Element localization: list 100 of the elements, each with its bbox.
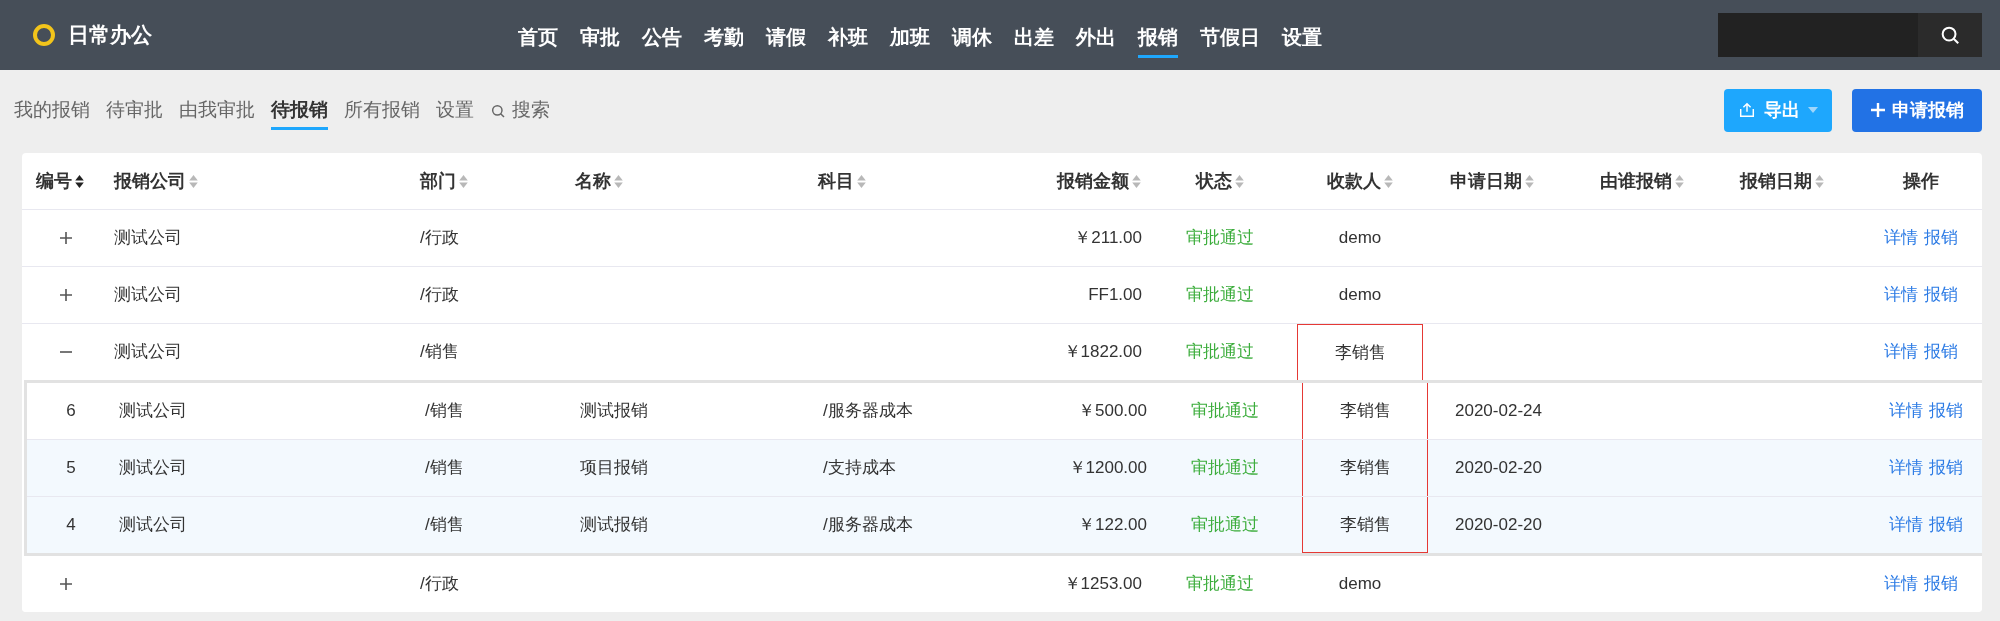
department-cell-text: /行政 [420,227,459,250]
subnav-tab[interactable]: 待报销 [271,94,328,130]
amount-cell-text: ￥500.00 [1078,400,1147,423]
payee-cell-text: 李销售 [1339,513,1391,536]
plus-icon[interactable] [58,576,74,592]
status-text: 审批通过 [1191,457,1259,480]
department-cell-text: /销售 [425,514,464,537]
subnav-tab[interactable]: 我的报销 [14,94,90,130]
action-link[interactable]: 报销 [1924,282,1958,308]
nav-item[interactable]: 请假 [766,18,806,58]
search-button[interactable] [1918,13,1982,57]
status-text: 审批通过 [1186,341,1254,364]
action-link[interactable]: 报销 [1924,571,1958,597]
column-header: 编号 [36,169,72,193]
company-cell-text: 测试公司 [119,400,187,423]
subject-cell-text: /服务器成本 [823,514,913,537]
department-cell-text: /销售 [425,400,464,423]
department-cell-text: /销售 [425,457,464,480]
nav-item[interactable]: 外出 [1076,18,1116,58]
nav-item[interactable]: 审批 [580,18,620,58]
company-cell-text: 测试公司 [114,341,182,364]
nav-item[interactable]: 首页 [518,18,558,58]
caret-icon [1808,107,1818,113]
column-header: 报销公司 [114,169,186,193]
action-link[interactable]: 报销 [1929,512,1963,538]
search-field[interactable] [1718,13,1918,57]
search-link[interactable]: 搜索 [490,94,550,130]
action-link[interactable]: 详情 [1889,455,1923,481]
column-header: 由谁报销 [1600,169,1672,193]
payee-cell-text: 李销售 [1334,341,1386,364]
app-title: 日常办公 [68,22,152,49]
nav-item[interactable]: 调休 [952,18,992,58]
payee-cell-text: 李销售 [1339,457,1391,480]
status-text: 审批通过 [1186,284,1254,307]
department-cell-text: /销售 [420,341,459,364]
create-button[interactable]: 申请报销 [1852,88,1982,132]
column-header: 收款人 [1326,169,1381,193]
search-icon [490,102,506,119]
action-link[interactable]: 详情 [1889,398,1923,424]
date-cell-text: 2020-02-20 [1455,514,1542,537]
column-header: 报销日期 [1740,169,1812,193]
subject-cell-text: /支持成本 [823,457,896,480]
company-cell-text: 测试公司 [119,514,187,537]
column-header: 科目 [818,169,854,193]
action-link[interactable]: 报销 [1929,455,1963,481]
column-header: 部门 [420,169,456,193]
column-header: 报销金额 [1057,169,1129,193]
column-header: 状态 [1195,169,1232,193]
company-cell-text: 测试公司 [114,284,182,307]
company-cell-text: 测试公司 [119,457,187,480]
name-cell-text: 测试报销 [580,400,648,423]
column-header: 名称 [575,169,611,193]
export-button[interactable]: 导出 [1724,88,1832,132]
action-link[interactable]: 报销 [1924,225,1958,251]
payee-cell-text: 李销售 [1339,400,1391,423]
column-header: 操作 [1903,169,1939,193]
date-cell-text: 2020-02-20 [1455,457,1542,480]
amount-cell-text: ￥1253.00 [1063,573,1142,596]
payee-cell-text: demo [1338,573,1382,596]
department-cell-text: /行政 [420,284,459,307]
amount-cell-text: ￥211.00 [1074,227,1142,250]
action-link[interactable]: 报销 [1929,398,1963,424]
subnav-tab[interactable]: 待审批 [106,94,163,130]
plus-icon [1870,102,1886,118]
action-link[interactable]: 详情 [1884,339,1918,365]
amount-cell-text: ￥1822.00 [1063,341,1142,364]
status-text: 审批通过 [1186,227,1254,250]
nav-item[interactable]: 设置 [1282,18,1322,58]
column-header: 申请日期 [1450,169,1522,193]
payee-cell-text: demo [1338,227,1382,250]
nav-item[interactable]: 补班 [828,18,868,58]
amount-cell-text: ￥122.00 [1078,514,1147,537]
nav-item[interactable]: 报销 [1138,18,1178,58]
subnav-tab[interactable]: 设置 [436,94,474,130]
row-number: 5 [66,457,76,480]
action-link[interactable]: 详情 [1884,571,1918,597]
subnav-tab[interactable]: 所有报销 [344,94,420,130]
action-link[interactable]: 详情 [1889,512,1923,538]
amount-cell-text: ￥1200.00 [1068,457,1147,480]
ring-logo-icon [32,23,56,47]
nav-item[interactable]: 公告 [642,18,682,58]
subject-cell-text: /服务器成本 [823,400,913,423]
nav-item[interactable]: 考勤 [704,18,744,58]
plus-icon[interactable] [58,230,74,246]
action-link[interactable]: 详情 [1884,282,1918,308]
nav-item[interactable]: 加班 [890,18,930,58]
nav-item[interactable]: 出差 [1014,18,1054,58]
status-text: 审批通过 [1191,400,1259,423]
row-number: 4 [66,514,76,537]
nav-item[interactable]: 节假日 [1200,18,1260,58]
action-link[interactable]: 详情 [1884,225,1918,251]
subnav-tab[interactable]: 由我审批 [179,94,255,130]
company-cell-text: 测试公司 [114,227,182,250]
plus-icon[interactable] [58,287,74,303]
sort-icon[interactable] [74,173,85,189]
department-cell-text: /行政 [420,573,459,596]
action-link[interactable]: 报销 [1924,339,1958,365]
status-text: 审批通过 [1186,573,1254,596]
status-text: 审批通过 [1191,514,1259,537]
upload-icon [1738,101,1756,119]
